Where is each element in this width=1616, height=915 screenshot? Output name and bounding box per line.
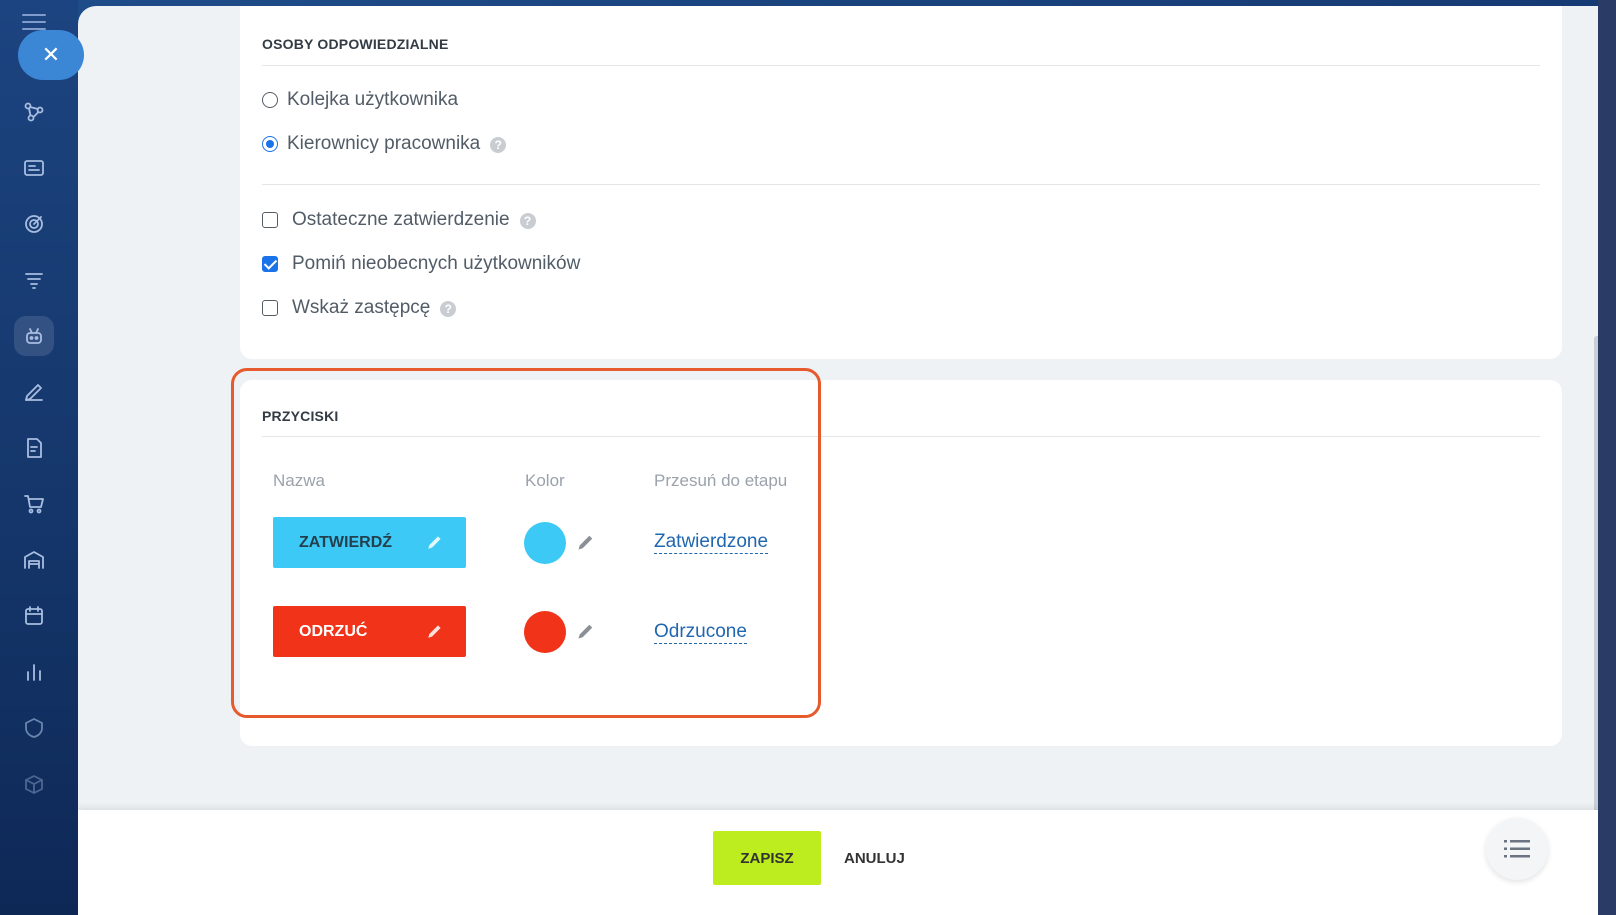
checkbox-skip-absent-label: Pomiń nieobecnych użytkowników (292, 253, 581, 274)
save-button[interactable]: ZAPISZ (713, 831, 821, 885)
calendar-icon[interactable] (14, 596, 54, 636)
checkbox-row-final[interactable]: Ostateczne zatwierdzenie ? (262, 209, 536, 231)
scrollbar[interactable] (1594, 336, 1598, 836)
checkbox-row-skip-absent[interactable]: Pomiń nieobecnych użytkowników (262, 253, 580, 275)
pencil-icon[interactable] (576, 532, 596, 552)
section-title-responsible: OSOBY ODPOWIEDZIALNE (262, 36, 449, 52)
help-icon[interactable]: ? (440, 301, 457, 317)
footer-bar: ZAPISZ ANULUJ (78, 810, 1598, 915)
responsible-card: OSOBY ODPOWIEDZIALNE Kolejka użytkownika… (240, 6, 1562, 359)
reject-button-label: ODRZUĆ (299, 622, 368, 640)
main-panel: OSOBY ODPOWIEDZIALNE Kolejka użytkownika… (78, 6, 1598, 915)
robot-icon[interactable] (14, 316, 54, 356)
card-icon[interactable] (14, 148, 54, 188)
column-header-stage: Przesuń do etapu (654, 471, 788, 490)
approve-button-preview[interactable]: ZATWIERDŹ (273, 517, 466, 568)
edit-icon[interactable] (14, 372, 54, 412)
divider (262, 65, 1540, 66)
reject-color-swatch[interactable] (524, 611, 566, 653)
left-sidebar (0, 0, 78, 915)
close-slider-button[interactable]: ✕ (18, 30, 84, 80)
radio-managers-label: Kierownicy pracownika (287, 133, 481, 154)
approve-button-label: ZATWIERDŹ (299, 533, 393, 551)
target-icon[interactable] (14, 204, 54, 244)
radio-row-queue[interactable]: Kolejka użytkownika (262, 89, 458, 111)
menu-list-button[interactable] (1486, 818, 1548, 880)
pencil-icon[interactable] (426, 622, 444, 640)
chart-icon[interactable] (14, 652, 54, 692)
column-header-name: Nazwa (273, 471, 325, 490)
box-icon[interactable] (14, 764, 54, 804)
radio-queue-label: Kolejka użytkownika (287, 89, 459, 110)
help-icon[interactable]: ? (519, 213, 536, 229)
reject-button-preview[interactable]: ODRZUĆ (273, 606, 466, 657)
reject-stage-link[interactable]: Odrzucone (654, 621, 747, 644)
checkbox-skip-absent[interactable] (262, 256, 278, 272)
close-icon: ✕ (41, 42, 61, 67)
section-title-buttons: PRZYCISKI (262, 408, 339, 424)
warehouse-icon[interactable] (14, 540, 54, 580)
buttons-card: PRZYCISKI Nazwa Kolor Przesuń do etapu Z… (240, 380, 1562, 746)
radio-managers[interactable] (262, 136, 278, 152)
approve-color-swatch[interactable] (524, 522, 566, 564)
checkbox-final-label: Ostateczne zatwierdzenie (292, 209, 510, 230)
cancel-button[interactable]: ANULUJ (844, 831, 905, 885)
checkbox-deputy[interactable] (262, 300, 278, 316)
flow-icon[interactable] (14, 92, 54, 132)
list-icon (1504, 840, 1530, 858)
help-icon[interactable]: ? (490, 137, 507, 153)
checkbox-deputy-label: Wskaż zastępcę (292, 297, 431, 318)
column-header-color: Kolor (525, 471, 565, 490)
funnel-icon[interactable] (14, 260, 54, 300)
shield-icon[interactable] (14, 708, 54, 748)
divider (262, 184, 1540, 185)
pencil-icon[interactable] (576, 621, 596, 641)
checkbox-row-deputy[interactable]: Wskaż zastępcę ? (262, 297, 457, 319)
radio-row-managers[interactable]: Kierownicy pracownika ? (262, 133, 507, 155)
pencil-icon[interactable] (426, 533, 444, 551)
checkbox-final-approval[interactable] (262, 212, 278, 228)
divider (262, 436, 1540, 437)
right-edge (1598, 0, 1616, 915)
document-icon[interactable] (14, 428, 54, 468)
cart-icon[interactable] (14, 484, 54, 524)
approve-stage-link[interactable]: Zatwierdzone (654, 531, 769, 554)
radio-queue[interactable] (262, 92, 278, 108)
